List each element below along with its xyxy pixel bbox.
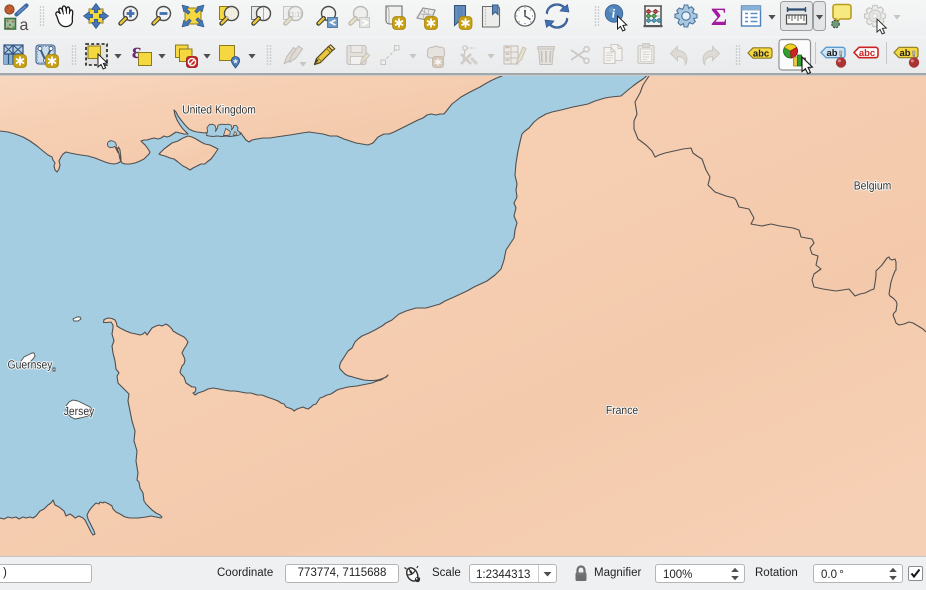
svg-text:Guernsey: Guernsey <box>7 358 52 372</box>
svg-text:France: France <box>606 403 639 417</box>
svg-text:ab: ab <box>826 48 837 59</box>
svg-text:(1:1): (1:1) <box>289 12 302 19</box>
svg-text:abc: abc <box>859 48 875 59</box>
svg-text:United Kingdom: United Kingdom <box>182 103 256 117</box>
svg-text:a: a <box>20 17 29 34</box>
svg-text:Σ: Σ <box>711 4 727 31</box>
svg-text:Jersey: Jersey <box>64 404 95 418</box>
svg-text:i: i <box>612 7 616 21</box>
svg-text:ab: ab <box>899 48 910 59</box>
svg-text:abc: abc <box>753 49 769 60</box>
svg-text:Belgium: Belgium <box>854 179 892 193</box>
